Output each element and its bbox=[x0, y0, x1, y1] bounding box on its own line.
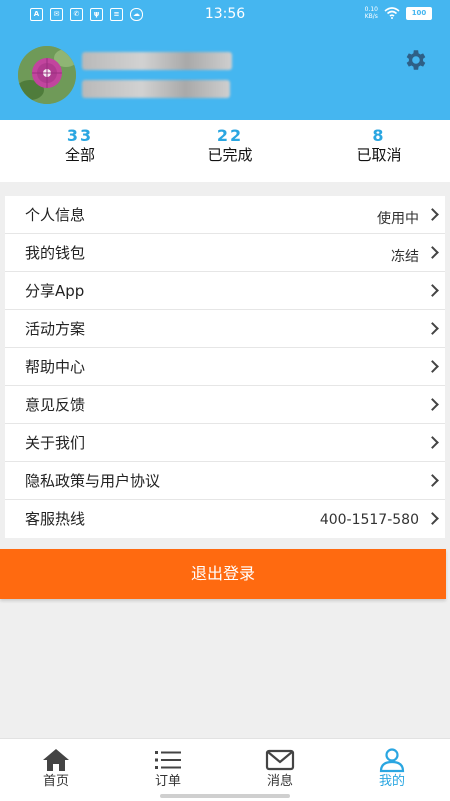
list-icon bbox=[155, 751, 181, 769]
menu-item-label: 隐私政策与用户协议 bbox=[25, 472, 161, 490]
menu-item-label: 关于我们 bbox=[25, 434, 86, 452]
logout-button[interactable]: 退出登录 bbox=[0, 549, 446, 599]
stat-label: 已取消 bbox=[356, 146, 402, 164]
menu-item-privacy-policy[interactable]: 隐私政策与用户协议 bbox=[5, 462, 445, 500]
profile-header: A ✉ ✆ ψ ≡ ☁ 13:56 0.10 KB/s 100 bbox=[0, 0, 450, 120]
settings-gear-icon[interactable] bbox=[402, 47, 428, 73]
chevron-right-icon bbox=[426, 436, 439, 449]
menu-item-label: 分享App bbox=[25, 282, 85, 300]
menu-item-value: 冻结 bbox=[391, 249, 419, 265]
nav-me[interactable]: 我的 bbox=[336, 747, 448, 791]
chevron-right-icon bbox=[426, 284, 439, 297]
nav-label: 首页 bbox=[42, 774, 69, 789]
menu-item-share-app[interactable]: 分享App bbox=[5, 272, 445, 310]
nav-label: 订单 bbox=[154, 774, 181, 789]
stat-count: 33 bbox=[66, 126, 94, 145]
settings-menu: 个人信息 使用中 我的钱包 冻结 分享App 活动方案 帮助中心 意见反馈 关于… bbox=[5, 196, 445, 538]
menu-item-wallet[interactable]: 我的钱包 冻结 bbox=[5, 234, 445, 272]
mail-icon bbox=[265, 749, 295, 771]
stat-cancelled[interactable]: 8 已取消 bbox=[304, 126, 450, 164]
chevron-right-icon bbox=[426, 360, 439, 373]
nav-orders[interactable]: 订单 bbox=[112, 747, 224, 791]
menu-item-label: 活动方案 bbox=[25, 320, 86, 338]
menu-item-personal-info[interactable]: 个人信息 使用中 bbox=[5, 196, 445, 234]
chevron-right-icon bbox=[426, 208, 439, 221]
menu-item-activities[interactable]: 活动方案 bbox=[5, 310, 445, 348]
chevron-right-icon bbox=[426, 474, 439, 487]
menu-item-help-center[interactable]: 帮助中心 bbox=[5, 348, 445, 386]
menu-item-label: 帮助中心 bbox=[25, 358, 86, 376]
home-icon bbox=[43, 749, 69, 771]
menu-item-label: 个人信息 bbox=[25, 206, 86, 224]
username-redacted bbox=[82, 52, 232, 70]
chevron-right-icon bbox=[426, 322, 439, 335]
stat-count: 22 bbox=[216, 126, 244, 145]
stat-label: 已完成 bbox=[207, 146, 253, 164]
avatar[interactable] bbox=[18, 46, 76, 104]
menu-item-value: 400-1517-580 bbox=[319, 512, 419, 528]
person-icon bbox=[379, 748, 405, 773]
menu-item-feedback[interactable]: 意见反馈 bbox=[5, 386, 445, 424]
status-bar: A ✉ ✆ ψ ≡ ☁ 13:56 0.10 KB/s 100 bbox=[0, 0, 450, 30]
avatar-flower-image bbox=[18, 46, 76, 104]
status-system-icons: 0.10 KB/s 100 bbox=[365, 6, 432, 20]
stat-count: 8 bbox=[372, 126, 386, 145]
bottom-nav: 首页 订单 消息 我的 bbox=[0, 738, 450, 801]
nav-label: 我的 bbox=[378, 774, 405, 789]
chevron-right-icon bbox=[426, 512, 439, 525]
nav-messages[interactable]: 消息 bbox=[224, 747, 336, 791]
menu-item-label: 客服热线 bbox=[25, 510, 86, 528]
network-speed: 0.10 KB/s bbox=[364, 6, 378, 20]
chevron-right-icon bbox=[426, 398, 439, 411]
menu-item-customer-hotline[interactable]: 客服热线 400-1517-580 bbox=[5, 500, 445, 538]
chevron-right-icon bbox=[426, 246, 439, 259]
stat-all[interactable]: 33 全部 bbox=[5, 126, 155, 164]
menu-item-label: 我的钱包 bbox=[25, 244, 86, 262]
home-indicator bbox=[160, 794, 290, 798]
battery-icon: 100 bbox=[406, 6, 432, 20]
menu-item-value: 使用中 bbox=[377, 211, 419, 227]
stat-completed[interactable]: 22 已完成 bbox=[155, 126, 305, 164]
stat-label: 全部 bbox=[64, 146, 95, 164]
menu-item-label: 意见反馈 bbox=[25, 396, 86, 414]
wifi-icon bbox=[384, 7, 400, 19]
nav-home[interactable]: 首页 bbox=[0, 747, 112, 791]
menu-item-about-us[interactable]: 关于我们 bbox=[5, 424, 445, 462]
nav-label: 消息 bbox=[266, 774, 293, 789]
account-redacted bbox=[82, 80, 230, 98]
order-stats: 33 全部 22 已完成 8 已取消 bbox=[0, 120, 450, 182]
